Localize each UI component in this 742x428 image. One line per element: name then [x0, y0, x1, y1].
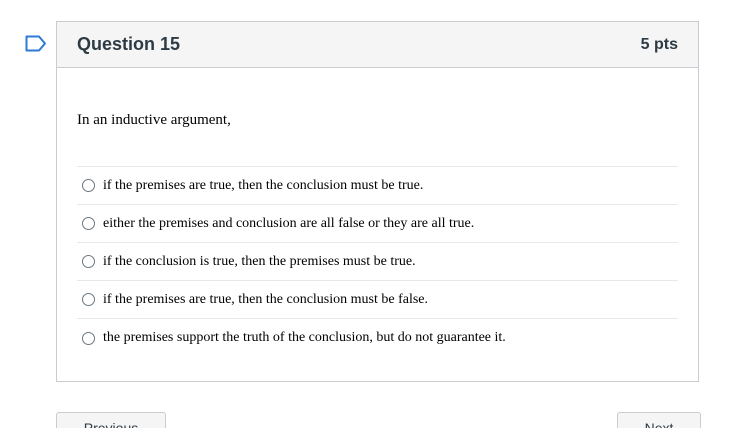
answer-option[interactable]: if the conclusion is true, then the prem…: [77, 243, 678, 281]
answer-label: either the premises and conclusion are a…: [103, 215, 475, 231]
answer-label: the premises support the truth of the co…: [103, 330, 506, 345]
radio-button-icon[interactable]: [82, 331, 95, 345]
flag-question-icon[interactable]: [25, 35, 47, 52]
question-header: Question 15 5 pts: [57, 22, 698, 68]
previous-button[interactable]: Previous: [56, 412, 166, 428]
answer-list: if the premises are true, then the concl…: [77, 166, 678, 357]
answer-label: if the premises are true, then the concl…: [103, 291, 429, 307]
radio-button-icon[interactable]: [82, 293, 95, 306]
radio-button-icon[interactable]: [82, 217, 95, 230]
answer-option[interactable]: either the premises and conclusion are a…: [77, 205, 678, 243]
answer-option[interactable]: the premises support the truth of the co…: [77, 319, 678, 357]
answer-option[interactable]: if the premises are true, then the concl…: [77, 167, 678, 205]
answer-label: if the premises are true, then the concl…: [103, 177, 424, 193]
answer-label: if the conclusion is true, then the prem…: [103, 253, 416, 269]
question-points: 5 pts: [640, 35, 678, 53]
question-body: In an inductive argument, if the premise…: [57, 68, 698, 357]
answer-option[interactable]: if the premises are true, then the concl…: [77, 281, 678, 319]
radio-button-icon[interactable]: [82, 255, 95, 268]
next-button[interactable]: Next: [617, 412, 701, 428]
radio-button-icon[interactable]: [82, 179, 95, 192]
question-text: In an inductive argument,: [77, 112, 231, 128]
question-card: Question 15 5 pts In an inductive argume…: [56, 21, 699, 382]
question-title: Question 15: [77, 34, 181, 54]
